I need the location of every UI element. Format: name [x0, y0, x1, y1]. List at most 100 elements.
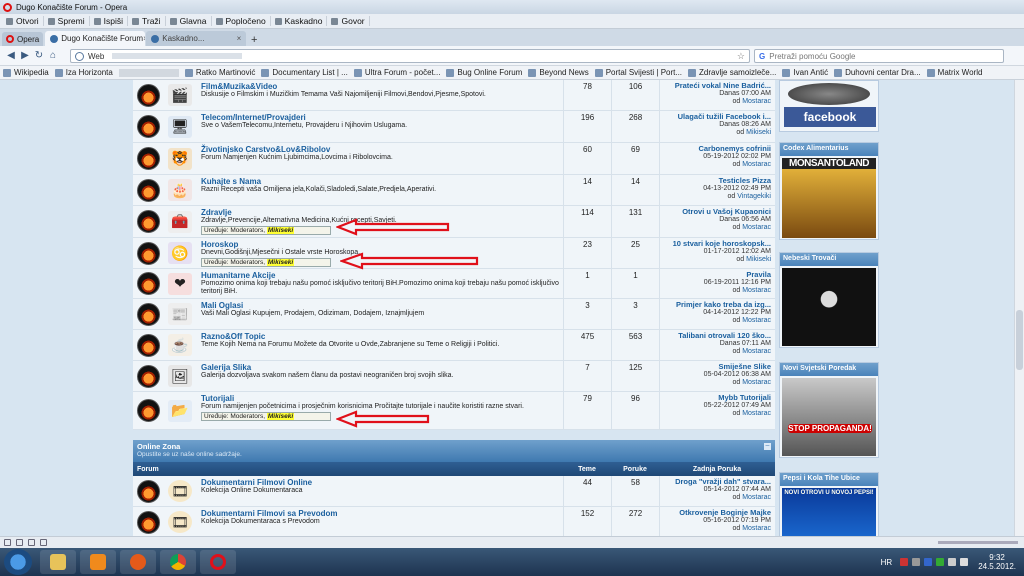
bookmark-item[interactable]: Ultra Forum - počet...: [353, 68, 440, 77]
forum-title-link[interactable]: Film&Muzika&Video: [201, 82, 559, 91]
close-tab-icon[interactable]: ×: [143, 34, 145, 43]
home-icon[interactable]: ⌂: [46, 50, 60, 61]
vertical-scrollbar[interactable]: [1014, 80, 1024, 536]
taskbar-opera[interactable]: [200, 550, 236, 574]
scrollbar-thumb[interactable]: [1016, 310, 1023, 370]
bookmark-star-icon[interactable]: ☆: [737, 51, 745, 62]
close-tab-icon[interactable]: ×: [237, 34, 242, 43]
last-post-link[interactable]: Talibani otrovali 120 ško...: [660, 332, 771, 340]
last-post-link[interactable]: Ulagači tužili Facebook i...: [660, 113, 771, 121]
last-post-link[interactable]: Smiješne Slike: [660, 363, 771, 371]
last-post-author[interactable]: Mostarac: [742, 525, 771, 532]
language-indicator[interactable]: HR: [881, 558, 893, 567]
bookmark-item[interactable]: Wikipedia: [3, 68, 49, 77]
forum-title-link[interactable]: Životinjsko Carstvo&Lov&Ribolov: [201, 145, 559, 154]
tray-icon[interactable]: [912, 558, 921, 566]
taskbar-media-player[interactable]: [80, 550, 116, 574]
forum-title-link[interactable]: Horoskop: [201, 240, 559, 249]
bookmark-item[interactable]: Matrix World: [926, 68, 982, 77]
forum-title-link[interactable]: Zdravlje: [201, 208, 559, 217]
last-post-link[interactable]: Mybb Tutorijali: [660, 394, 771, 402]
tray-icon[interactable]: [924, 558, 933, 566]
forum-title-link[interactable]: Mali Oglasi: [201, 301, 559, 310]
forum-title-link[interactable]: Dokumentarni Filmovi sa Prevodom: [201, 509, 559, 518]
forum-title-link[interactable]: Telecom/Internet/Provajderi: [201, 113, 559, 122]
forum-title-link[interactable]: Dokumentarni Filmovi Online: [201, 478, 559, 487]
pepsi-image[interactable]: NOVI OTROVI U NOVOJ PEPSI!: [782, 488, 876, 536]
new-tab-button[interactable]: +: [247, 33, 261, 46]
collapse-toggle[interactable]: –: [764, 442, 771, 450]
taskbar-explorer[interactable]: [40, 550, 76, 574]
forum-title-link[interactable]: Tutorijali: [201, 394, 559, 403]
forum-title-link[interactable]: Kuhajte s Nama: [201, 177, 559, 186]
back-arrow-icon[interactable]: ◀: [4, 50, 18, 61]
volume-icon[interactable]: [960, 558, 969, 566]
moderator-link[interactable]: Mikiseki: [266, 413, 295, 420]
menu-item-trazi[interactable]: Traži: [128, 16, 166, 26]
bookmark-item[interactable]: Bug Online Forum: [446, 68, 522, 77]
tab-active[interactable]: Dugo Konačište Forum×: [45, 31, 146, 46]
url-field[interactable]: Web ☆: [70, 49, 750, 63]
forum-title-link[interactable]: Humanitarne Akcije: [201, 271, 559, 280]
menu-item-ispisi[interactable]: Ispiši: [90, 16, 128, 26]
last-post-author[interactable]: Mikiseki: [746, 256, 771, 263]
menu-item-poplocano[interactable]: Popločeno: [212, 16, 271, 26]
bookmark-item[interactable]: Beyond News: [528, 68, 589, 77]
windows-start-button[interactable]: [4, 549, 32, 575]
menu-item-kaskadno[interactable]: Kaskadno: [271, 16, 328, 26]
panel-toggle-icon[interactable]: [4, 539, 11, 546]
menu-item-spremi[interactable]: Spremi: [44, 16, 90, 26]
last-post-author[interactable]: Mostarac: [742, 494, 771, 501]
network-icon[interactable]: [948, 558, 957, 566]
forum-title-link[interactable]: Razno&Off Topic: [201, 332, 559, 341]
last-post-author[interactable]: Mikiseki: [746, 129, 771, 136]
bookmark-item[interactable]: Iza Horizonta: [54, 68, 113, 77]
last-post-link[interactable]: Prateći vokal Nine Badrić...: [660, 82, 771, 90]
last-post-link[interactable]: 10 stvari koje horoskopsk...: [660, 240, 771, 248]
forum-title-link[interactable]: Galerija Slika: [201, 363, 559, 372]
forward-arrow-icon[interactable]: ▶: [18, 50, 32, 61]
last-post-link[interactable]: Otrovi u Vašoj Kupaonici: [660, 208, 771, 216]
window-icon[interactable]: [16, 539, 23, 546]
bookmark-item[interactable]: Ratko Martinović: [184, 68, 255, 77]
reload-icon[interactable]: ↻: [32, 50, 46, 61]
last-post-link[interactable]: Testicles Pizza: [660, 177, 771, 185]
last-post-link[interactable]: Otkrovenje Boginje Majke: [660, 509, 771, 517]
liberty-image[interactable]: STOP PROPAGANDA!: [782, 378, 876, 456]
last-post-author[interactable]: Mostarac: [742, 98, 771, 105]
last-post-author[interactable]: Mostarac: [742, 161, 771, 168]
last-post-link[interactable]: Droga "vražji dah" stvara...: [660, 478, 771, 486]
bookmark-item[interactable]: Duhovni centar Dra...: [834, 68, 921, 77]
tab-inactive[interactable]: Kaskadno... ×: [146, 31, 247, 46]
skull-image[interactable]: [782, 268, 876, 346]
last-post-author[interactable]: Mostarac: [742, 379, 771, 386]
last-post-link[interactable]: Carbonemys cofrinii: [660, 145, 771, 153]
facebook-widget[interactable]: facebook: [779, 80, 879, 132]
menu-item-otvori[interactable]: Otvori: [2, 16, 44, 26]
category-title[interactable]: Online Zona: [137, 442, 771, 451]
monsantoland-image[interactable]: MONSANTOLAND: [782, 158, 876, 238]
menu-item-govor[interactable]: Govor: [327, 16, 370, 26]
bookmark-item[interactable]: Zdravlje samoizleče...: [688, 68, 776, 77]
tray-icon[interactable]: [900, 558, 909, 566]
last-post-author[interactable]: Mostarac: [742, 287, 771, 294]
moderator-link[interactable]: Mikiseki: [266, 259, 295, 266]
last-post-author[interactable]: Mostarac: [742, 224, 771, 231]
last-post-author[interactable]: Mostarac: [742, 348, 771, 355]
last-post-author[interactable]: Mostarac: [742, 410, 771, 417]
tray-icon[interactable]: [936, 558, 945, 566]
moderator-link[interactable]: Mikiseki: [266, 227, 295, 234]
menu-item-glavna[interactable]: Glavna: [166, 16, 212, 26]
bookmark-item[interactable]: Ivan Antić: [782, 68, 828, 77]
last-post-author[interactable]: Vintagekiki: [737, 193, 771, 200]
taskbar-firefox[interactable]: [120, 550, 156, 574]
zoom-slider[interactable]: [938, 541, 1018, 544]
search-field[interactable]: G Pretraži pomoću Google: [754, 49, 1004, 63]
turbo-icon[interactable]: [28, 539, 35, 546]
last-post-link[interactable]: Primjer kako treba da izg...: [660, 301, 771, 309]
bookmark-item[interactable]: Portal Svijesti | Port...: [594, 68, 682, 77]
taskbar-chrome[interactable]: [160, 550, 196, 574]
unite-icon[interactable]: [40, 539, 47, 546]
last-post-link[interactable]: Pravila: [660, 271, 771, 279]
last-post-author[interactable]: Mostarac: [742, 317, 771, 324]
